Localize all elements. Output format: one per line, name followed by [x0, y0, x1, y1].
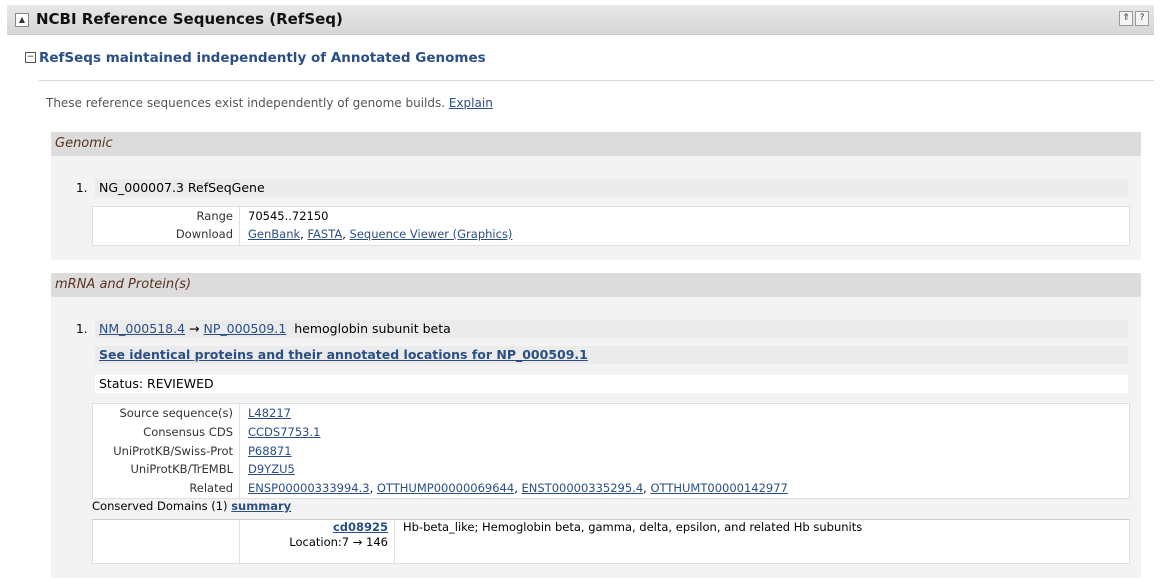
status-text: Status: REVIEWED [99, 376, 214, 391]
arrow-icon: → [189, 321, 200, 336]
fasta-link[interactable]: FASTA [307, 227, 342, 241]
consensus-cds-label: Consensus CDS [143, 425, 233, 439]
portlet-title: NCBI Reference Sequences (RefSeq) [36, 10, 343, 28]
genomic-details-box: Range 70545..72150 Download GenBank, FAS… [92, 206, 1130, 246]
genomic-section-title: Genomic [51, 132, 1141, 156]
mrna-section-title: mRNA and Protein(s) [51, 273, 1141, 297]
nm-link[interactable]: NM_000518.4 [99, 321, 185, 336]
domain-description: Hb-beta_like; Hemoglobin beta, gamma, de… [403, 520, 863, 534]
domain-id-link[interactable]: cd08925 [333, 520, 388, 534]
np-link[interactable]: NP_000509.1 [203, 321, 286, 336]
genomic-item-number: 1. [76, 181, 88, 195]
conserved-domains-label: Conserved Domains (1) [92, 499, 228, 513]
swissprot-label: UniProtKB/Swiss-Prot [113, 444, 233, 458]
related-label: Related [189, 481, 233, 495]
portlet-header: ▲ NCBI Reference Sequences (RefSeq) ⇑ ? [7, 5, 1154, 35]
mrna-details-box: Source sequence(s) L48217 Consensus CDS … [92, 403, 1130, 499]
domain-location: Location:7 → 146 [289, 535, 388, 549]
collapse-subsection-button[interactable]: − [25, 52, 36, 63]
trembl-link[interactable]: D9YZU5 [248, 462, 295, 476]
related-link-otthumt[interactable]: OTTHUMT00000142977 [650, 481, 787, 495]
move-up-button[interactable]: ⇑ [1119, 11, 1133, 26]
mrna-item-header: NM_000518.4 → NP_000509.1 hemoglobin sub… [95, 320, 1128, 338]
consensus-cds-link[interactable]: CCDS7753.1 [248, 425, 320, 439]
domains-summary-link[interactable]: summary [231, 499, 291, 513]
download-label: Download [175, 227, 233, 241]
divider [39, 80, 1154, 81]
swissprot-link[interactable]: P68871 [248, 444, 292, 458]
sequence-viewer-link[interactable]: Sequence Viewer (Graphics) [350, 227, 513, 241]
range-label: Range [196, 209, 233, 223]
range-value: 70545..72150 [248, 209, 329, 223]
domain-table: cd08925 Location:7 → 146 Hb-beta_like; H… [92, 519, 1130, 564]
intro-text: These reference sequences exist independ… [46, 96, 493, 110]
genbank-link[interactable]: GenBank [248, 227, 300, 241]
source-sequence-link[interactable]: L48217 [248, 406, 291, 420]
identical-proteins-link[interactable]: See identical proteins and their annotat… [99, 347, 588, 362]
intro-label: These reference sequences exist independ… [46, 96, 446, 110]
gene-name: hemoglobin subunit beta [294, 321, 451, 336]
explain-link[interactable]: Explain [449, 96, 493, 110]
identical-proteins-row: See identical proteins and their annotat… [95, 346, 1128, 364]
genomic-item-title: NG_000007.3 RefSeqGene [95, 179, 1128, 197]
mrna-item-number: 1. [76, 322, 88, 336]
related-link-otthump[interactable]: OTTHUMP00000069644 [377, 481, 514, 495]
related-link-enst[interactable]: ENST00000335295.4 [522, 481, 644, 495]
conserved-domains-row: Conserved Domains (1) summary [92, 499, 291, 513]
status-row: Status: REVIEWED [95, 375, 1128, 393]
source-sequence-label: Source sequence(s) [119, 406, 233, 420]
related-link-ensp[interactable]: ENSP00000333994.3 [248, 481, 370, 495]
subsection-title[interactable]: RefSeqs maintained independently of Anno… [39, 50, 486, 66]
help-button[interactable]: ? [1135, 11, 1149, 26]
collapse-portlet-button[interactable]: ▲ [15, 13, 29, 27]
trembl-label: UniProtKB/TrEMBL [130, 462, 233, 476]
